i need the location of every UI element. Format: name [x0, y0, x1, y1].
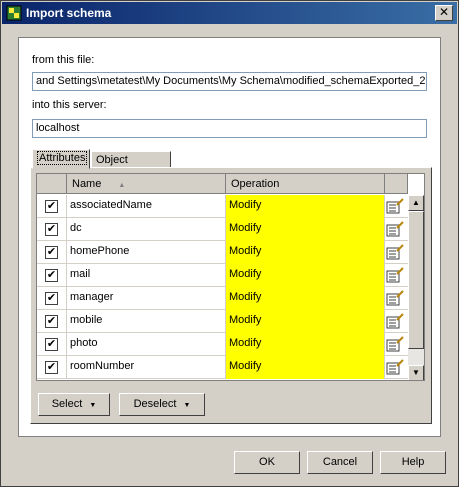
row-checkbox[interactable]: ✔ [45, 292, 58, 305]
edit-properties-icon[interactable] [386, 312, 404, 330]
operation-cell[interactable]: Modify [226, 241, 385, 264]
edit-properties-icon[interactable] [386, 358, 404, 376]
select-button-label: Select [51, 398, 83, 410]
operation-cell[interactable]: Modify [226, 310, 385, 333]
ok-button[interactable]: OK [234, 451, 300, 474]
name-cell: mail [67, 264, 226, 287]
operation-column-header[interactable]: Operation [226, 174, 385, 194]
table-row[interactable]: ✔ photo Modify [37, 333, 424, 356]
schema-import-icon [6, 5, 22, 21]
help-button[interactable]: Help [380, 451, 446, 474]
row-checkbox[interactable]: ✔ [45, 269, 58, 282]
tab-attributes[interactable]: Attributes [32, 149, 90, 169]
name-header-label: Name [72, 178, 102, 190]
scroll-down-button[interactable]: ▼ [408, 365, 424, 380]
table-row[interactable]: ✔ dc Modify [37, 218, 424, 241]
row-checkbox[interactable]: ✔ [45, 223, 58, 236]
row-checkbox[interactable]: ✔ [45, 361, 58, 374]
operation-cell[interactable]: Modify [226, 195, 385, 218]
checkbox-cell: ✔ [37, 333, 67, 356]
server-label: into this server: [32, 99, 107, 111]
grid-vertical-scrollbar[interactable]: ▲ ▼ [408, 195, 424, 380]
deselect-button-label: Deselect [133, 398, 177, 410]
row-checkbox[interactable]: ✔ [45, 315, 58, 328]
chevron-down-icon: ▼ [89, 402, 97, 409]
file-path-field[interactable]: and Settings\metatest\My Documents\My Sc… [32, 72, 427, 91]
edit-properties-icon[interactable] [386, 335, 404, 353]
name-column-header[interactable]: Name ▲ [67, 174, 226, 194]
attributes-grid: Name ▲ Operation ✔ associatedName Modify… [36, 173, 425, 381]
checkbox-cell: ✔ [37, 218, 67, 241]
name-cell: photo [67, 333, 226, 356]
row-checkbox[interactable]: ✔ [45, 200, 58, 213]
operation-cell[interactable]: Modify [226, 356, 385, 379]
name-cell: homePhone [67, 241, 226, 264]
table-row[interactable]: ✔ associatedName Modify [37, 195, 424, 218]
scroll-up-button[interactable]: ▲ [408, 195, 424, 211]
window-title: Import schema [26, 6, 112, 20]
chevron-down-icon: ▼ [183, 402, 191, 409]
operation-cell[interactable]: Modify [226, 333, 385, 356]
checkbox-cell: ✔ [37, 356, 67, 379]
import-schema-dialog: Import schema ✕ from this file: and Sett… [0, 0, 459, 487]
name-cell: dc [67, 218, 226, 241]
checkbox-cell: ✔ [37, 287, 67, 310]
close-button[interactable]: ✕ [435, 5, 453, 21]
table-row[interactable]: ✔ homePhone Modify [37, 241, 424, 264]
server-field[interactable]: localhost [32, 119, 427, 138]
name-cell: mobile [67, 310, 226, 333]
name-cell: roomNumber [67, 356, 226, 379]
operation-cell[interactable]: Modify [226, 264, 385, 287]
sort-ascending-icon: ▲ [118, 182, 126, 189]
file-label: from this file: [32, 54, 95, 66]
name-cell: manager [67, 287, 226, 310]
checkbox-cell: ✔ [37, 241, 67, 264]
checkbox-column-header [37, 174, 67, 194]
edit-properties-icon[interactable] [386, 289, 404, 307]
name-cell: associatedName [67, 195, 226, 218]
deselect-dropdown-button[interactable]: Deselect ▼ [119, 393, 205, 416]
checkbox-cell: ✔ [37, 310, 67, 333]
operation-cell[interactable]: Modify [226, 218, 385, 241]
edit-properties-icon[interactable] [386, 266, 404, 284]
cancel-button[interactable]: Cancel [307, 451, 373, 474]
edit-properties-icon[interactable] [386, 220, 404, 238]
table-row[interactable]: ✔ manager Modify [37, 287, 424, 310]
table-row[interactable]: ✔ roomNumber Modify [37, 356, 424, 379]
row-checkbox[interactable]: ✔ [45, 246, 58, 259]
select-dropdown-button[interactable]: Select ▼ [38, 393, 110, 416]
edit-properties-icon[interactable] [386, 197, 404, 215]
title-bar: Import schema ✕ [2, 2, 457, 24]
tab-attributes-label: Attributes [37, 151, 88, 165]
scroll-thumb[interactable] [408, 211, 424, 349]
table-row[interactable]: ✔ mail Modify [37, 264, 424, 287]
checkbox-cell: ✔ [37, 195, 67, 218]
operation-cell[interactable]: Modify [226, 287, 385, 310]
table-row[interactable]: ✔ mobile Modify [37, 310, 424, 333]
edit-properties-icon[interactable] [386, 243, 404, 261]
row-checkbox[interactable]: ✔ [45, 338, 58, 351]
operation-header-label: Operation [231, 178, 280, 190]
edit-column-header [385, 174, 408, 194]
checkbox-cell: ✔ [37, 264, 67, 287]
